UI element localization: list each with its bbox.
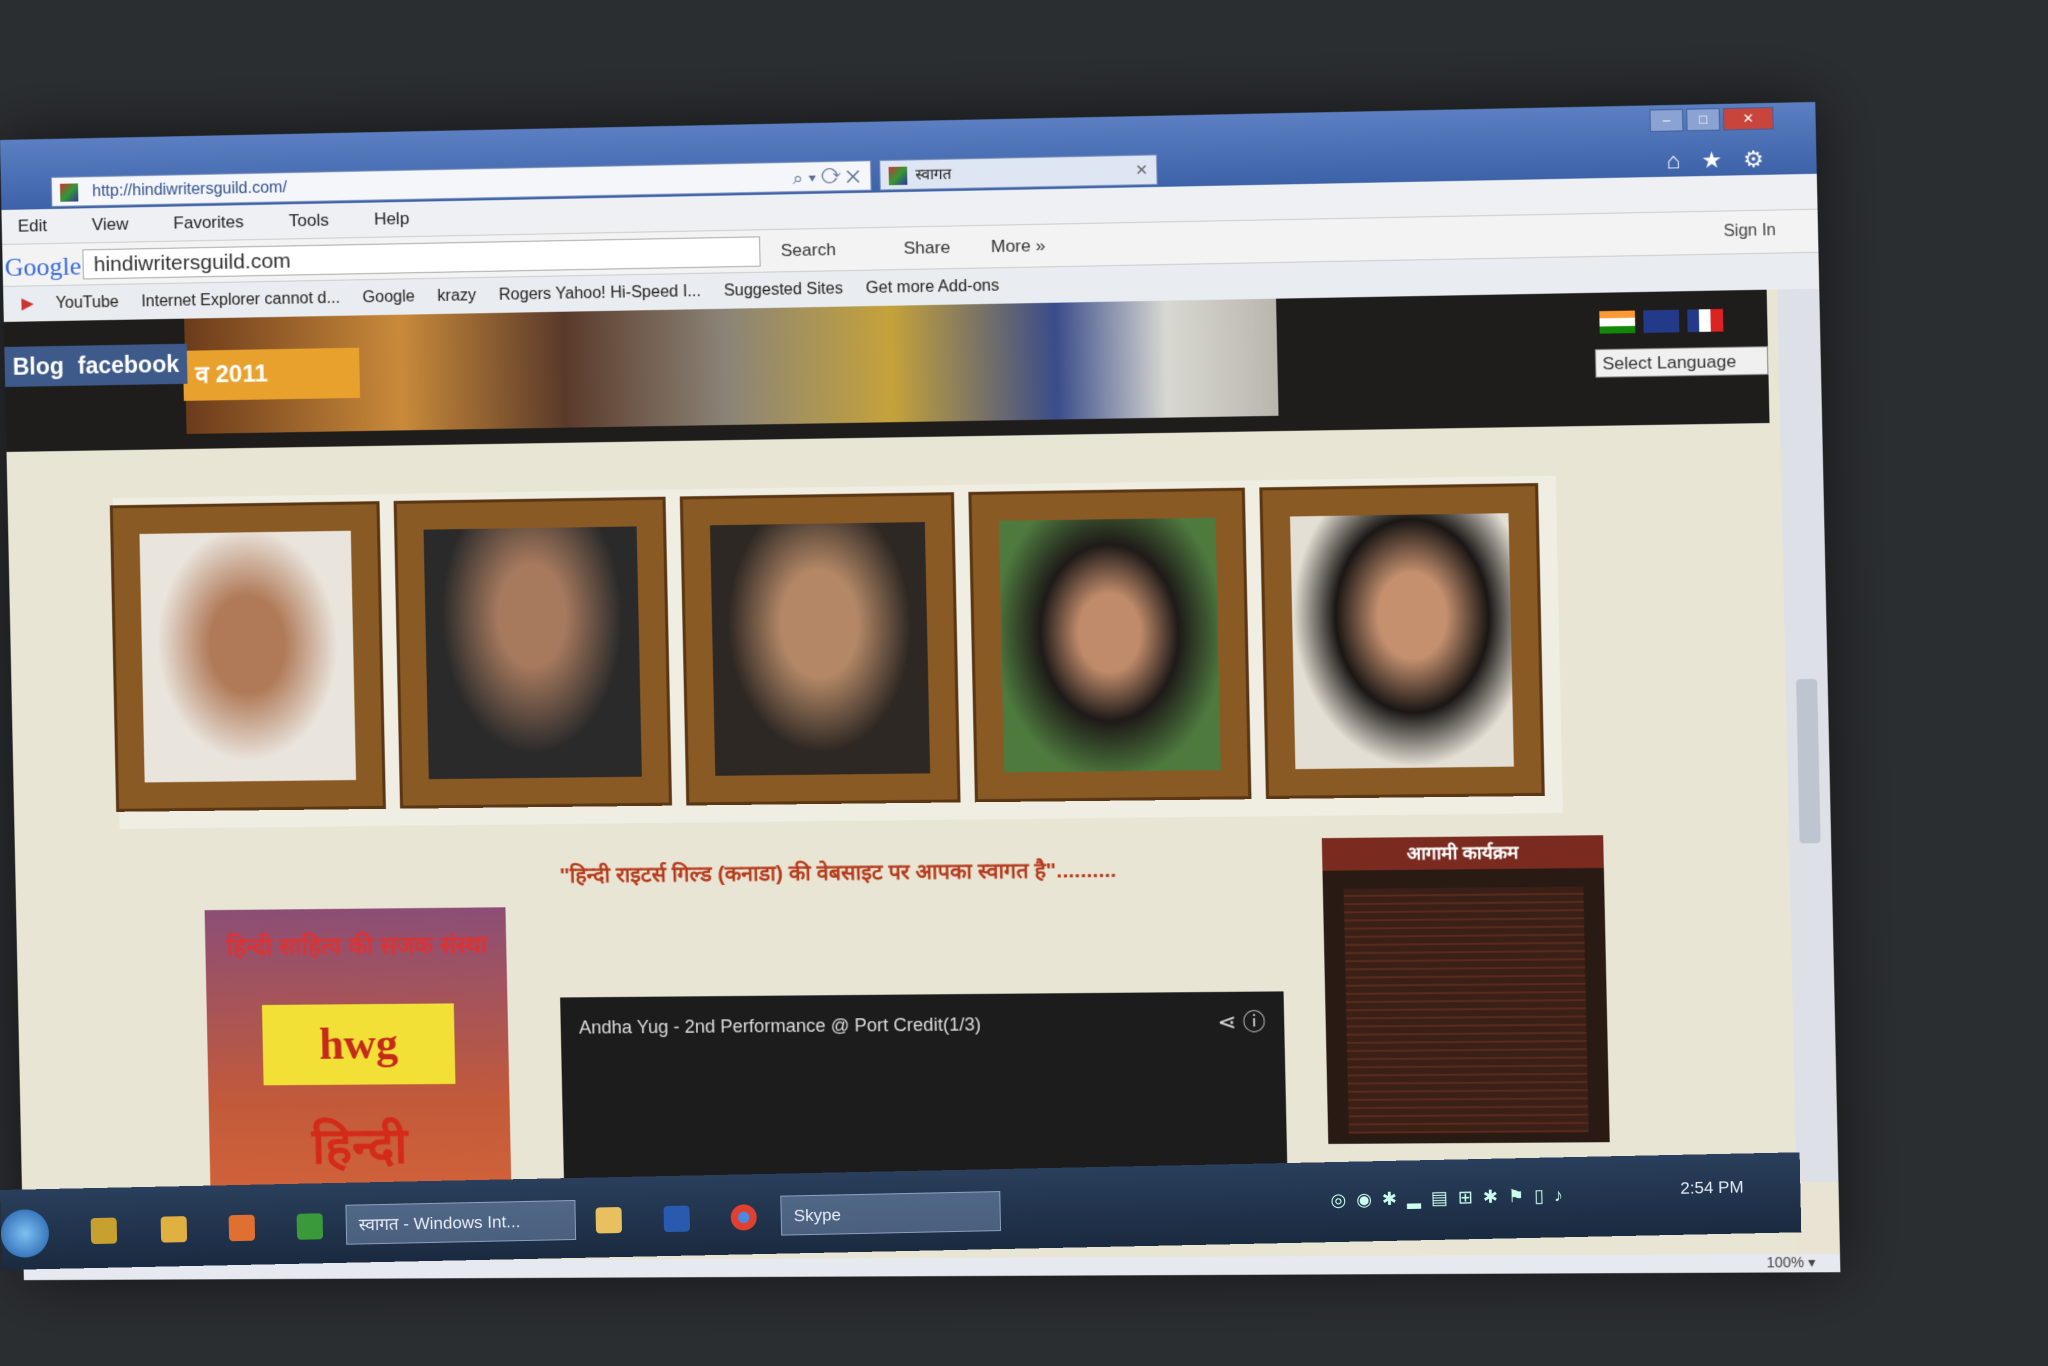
word-icon[interactable]: [663, 1205, 691, 1233]
video-controls: ⋖ ⓘ: [1217, 1004, 1266, 1037]
portrait-photo: [998, 517, 1221, 773]
portrait-photo: [423, 526, 642, 780]
portrait-frame[interactable]: [396, 499, 669, 806]
share-icon[interactable]: ⋖: [1217, 1009, 1237, 1035]
tab-title: स्वागत: [915, 165, 952, 184]
sign-in-link[interactable]: Sign In: [1723, 222, 1776, 241]
taskbar-clock[interactable]: 2:54 PM: [1680, 1177, 1744, 1198]
nav-facebook-link[interactable]: facebook: [69, 343, 188, 386]
google-logo: Google: [4, 251, 82, 282]
portrait-frame[interactable]: [682, 495, 958, 803]
poster-title: हिन्दी साहित्य की सजक संस्था: [226, 931, 488, 962]
tab-close-icon[interactable]: ✕: [1135, 156, 1149, 187]
portrait-photo: [1290, 513, 1514, 770]
menu-favorites[interactable]: Favorites: [173, 205, 244, 240]
tab-favicon-icon: [888, 166, 908, 186]
hwg-logo: hwg: [261, 1003, 456, 1086]
menu-view[interactable]: View: [92, 207, 129, 242]
upcoming-events-panel: आगामी कार्यक्रम: [1321, 835, 1610, 1144]
favorite-suggested-sites[interactable]: Suggested Sites: [723, 271, 843, 310]
taskbar-skype-window[interactable]: Skype: [780, 1191, 1002, 1236]
youtube-icon: ▶: [21, 295, 34, 313]
media-player-icon[interactable]: [228, 1214, 256, 1242]
portrait-frame[interactable]: [1262, 486, 1542, 796]
window-controls: – □ ✕: [1646, 106, 1774, 133]
system-tray-icons[interactable]: ◎◉✱▂▤⊞✱⚑▯♪: [1330, 1185, 1573, 1211]
menu-tools[interactable]: Tools: [288, 203, 329, 238]
web-page: व 2011 Blog facebook Select Language "हि…: [3, 289, 1799, 1281]
welcome-message: "हिन्दी राइटर्स गिल्ड (कनाडा) की वेबसाइट…: [559, 858, 1117, 888]
favorite-youtube[interactable]: ▶ YouTube: [21, 285, 119, 323]
favorite-get-addons[interactable]: Get more Add-ons: [865, 268, 1000, 307]
scrollbar-thumb[interactable]: [1796, 678, 1821, 844]
portrait-photo: [139, 530, 357, 783]
favorite-label: YouTube: [55, 293, 119, 313]
address-tools-icon[interactable]: ⌕ ▾ ⟳ ✕: [793, 161, 861, 193]
favorite-rogers-yahoo[interactable]: Rogers Yahoo! Hi-Speed I...: [499, 274, 702, 314]
site-favicon-icon: [59, 183, 79, 202]
taskbar-ie-window[interactable]: स्वागत - Windows Int...: [345, 1199, 577, 1245]
portrait-frame[interactable]: [112, 504, 383, 809]
url-text: http://hindiwritersguild.com/: [91, 179, 288, 201]
chrome-icon[interactable]: [730, 1204, 758, 1231]
google-share-button[interactable]: Share: [903, 238, 950, 259]
maximize-button[interactable]: □: [1686, 108, 1721, 132]
projected-screen: http://hindiwritersguild.com/ ⌕ ▾ ⟳ ✕ स्…: [0, 101, 1841, 1281]
france-flag-icon[interactable]: [1687, 308, 1724, 333]
start-button[interactable]: [0, 1208, 50, 1258]
language-select[interactable]: Select Language: [1594, 346, 1769, 378]
menu-help[interactable]: Help: [374, 202, 410, 237]
favorite-ie-error[interactable]: Internet Explorer cannot d...: [141, 281, 340, 321]
nav-blog-link[interactable]: Blog: [4, 345, 73, 387]
language-flags: [1599, 308, 1732, 334]
uk-flag-icon[interactable]: [1643, 309, 1680, 333]
zoom-level[interactable]: 100%: [1766, 1254, 1804, 1271]
browser-tab[interactable]: स्वागत ✕: [879, 154, 1158, 191]
taskbar-pin-icon[interactable]: [90, 1217, 118, 1245]
favorites-star-icon[interactable]: ★: [1701, 147, 1722, 173]
favorite-google[interactable]: Google: [362, 279, 415, 316]
gear-icon[interactable]: ⚙: [1743, 146, 1764, 172]
menu-edit[interactable]: Edit: [17, 209, 48, 244]
india-flag-icon[interactable]: [1599, 310, 1636, 334]
minimize-button[interactable]: –: [1649, 108, 1684, 133]
google-more-button[interactable]: More »: [991, 236, 1046, 257]
home-icon[interactable]: ⌂: [1666, 148, 1680, 174]
portrait-photo: [709, 522, 931, 776]
events-heading: आगामी कार्यक्रम: [1321, 835, 1604, 871]
close-button[interactable]: ✕: [1722, 106, 1774, 131]
excel-icon[interactable]: [296, 1213, 324, 1240]
google-search-button[interactable]: Search: [781, 240, 837, 261]
info-icon[interactable]: ⓘ: [1242, 1009, 1265, 1035]
favorite-krazy[interactable]: krazy: [437, 278, 476, 315]
poster-subtitle: हिन्दी: [311, 1117, 408, 1175]
taskbar-pin-icon[interactable]: [160, 1216, 188, 1243]
events-flyer[interactable]: [1343, 886, 1589, 1134]
year-badge: व 2011: [182, 347, 361, 401]
explorer-folder-icon[interactable]: [595, 1206, 623, 1234]
portrait-gallery: [112, 475, 1563, 829]
browser-nav-icons: ⌂ ★ ⚙: [1651, 146, 1764, 175]
video-title: Andha Yug - 2nd Performance @ Port Credi…: [578, 1014, 982, 1038]
portrait-frame[interactable]: [971, 490, 1249, 800]
